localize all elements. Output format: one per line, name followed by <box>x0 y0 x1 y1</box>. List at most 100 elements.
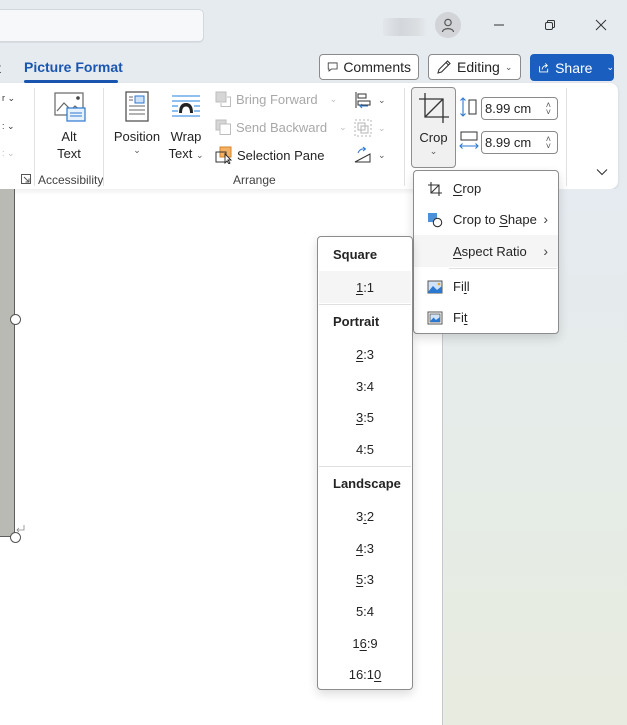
person-icon <box>441 18 455 33</box>
share-label: Share <box>555 59 593 76</box>
shape-height-icon <box>460 97 477 117</box>
resize-handle-middle-right[interactable] <box>10 314 21 325</box>
pencil-icon <box>437 60 451 74</box>
align-chevron-icon: ⌄ <box>378 94 386 105</box>
menu-item-fill-label: Fill <box>453 278 470 294</box>
close-button[interactable] <box>586 12 616 38</box>
selection-pane-label: Selection Pane <box>237 147 325 163</box>
bring-forward-button: Bring Forward ⌄ <box>215 91 337 108</box>
aspect-ratio-16-9[interactable]: 16:9 <box>319 627 411 659</box>
ribbon-shadow <box>0 189 443 195</box>
selection-pane-button[interactable]: Selection Pane <box>215 146 324 164</box>
editing-mode-button[interactable]: Editing ⌄ <box>428 54 521 80</box>
position-chevron-icon: ⌄ <box>133 145 141 155</box>
rotate-button[interactable]: ⌄ <box>354 146 386 164</box>
search-box[interactable] <box>0 9 204 42</box>
menu-item-crop[interactable]: Crop <box>414 173 558 203</box>
comments-button[interactable]: Comments <box>319 54 419 80</box>
aspect-ratio-submenu: Square 1:1 Portrait 2:3 3:4 3:5 4:5 Land… <box>317 236 413 690</box>
menu-item-aspect-ratio[interactable]: Aspect Ratio › <box>414 235 558 267</box>
wrap-text-button[interactable]: Wrap Text ⌄ <box>164 90 208 164</box>
rotate-icon <box>354 146 371 163</box>
partial-command-2-chevron-icon[interactable]: : ⌄ <box>2 121 15 132</box>
align-button[interactable]: ⌄ <box>354 91 386 109</box>
selected-picture[interactable] <box>0 189 15 537</box>
group-objects-icon <box>354 119 372 137</box>
crop-button[interactable]: Crop ⌄ <box>411 87 456 168</box>
group-objects-button: ⌄ <box>354 119 386 137</box>
align-icon <box>355 92 371 109</box>
wrap-text-label-1: Wrap <box>170 129 202 144</box>
aspect-ratio-4-5[interactable]: 4:5 <box>319 433 411 465</box>
aspect-ratio-3-5[interactable]: 3:5 <box>319 401 411 433</box>
crop-label: Crop <box>419 130 448 145</box>
crop-to-shape-icon <box>428 213 443 228</box>
shape-width-value: 8.99 cm <box>485 135 532 150</box>
group-separator <box>103 88 104 186</box>
menu-item-crop-label: Crop <box>453 180 482 196</box>
shape-width-icon <box>459 131 479 149</box>
alt-text-label-2: Text <box>57 146 81 161</box>
avatar[interactable] <box>435 12 461 38</box>
user-name-redacted <box>383 18 427 36</box>
aspect-ratio-5-3[interactable]: 5:3 <box>319 563 411 595</box>
group-separator <box>404 88 405 186</box>
aspect-ratio-1-1[interactable]: 1:1 <box>319 271 411 303</box>
submenu-chevron-right-icon: › <box>543 243 548 259</box>
restore-icon <box>545 20 555 30</box>
aspect-ratio-2-3[interactable]: 2:3 <box>319 338 411 370</box>
crop-icon <box>418 93 449 123</box>
rotate-chevron-icon: ⌄ <box>378 149 386 160</box>
partial-command-1-chevron-icon[interactable]: r ⌄ <box>2 93 15 104</box>
minimize-icon <box>494 24 504 26</box>
aspect-ratio-16-10[interactable]: 16:10 <box>319 658 411 690</box>
spin-down-icon[interactable]: ˅ <box>546 107 551 116</box>
menu-item-crop-to-shape-label: Crop to Shape <box>453 211 537 227</box>
wrap-text-icon <box>172 95 200 117</box>
bring-forward-chevron-icon: ⌄ <box>329 94 338 104</box>
menu-item-fill[interactable]: Fill <box>414 271 558 301</box>
aspect-ratio-4-3[interactable]: 4:3 <box>319 532 411 564</box>
selection-pane-icon <box>215 146 233 164</box>
alt-text-label-1: Alt <box>61 129 77 144</box>
menu-item-fit-label: Fit <box>453 309 468 325</box>
spin-down-icon[interactable]: ˅ <box>546 141 551 150</box>
chevron-down-icon: ⌄ <box>504 61 513 72</box>
tab-previous[interactable]: t <box>0 60 1 76</box>
crop-chevron-icon: ⌄ <box>429 146 438 156</box>
send-backward-button: Send Backward ⌄ <box>215 119 347 136</box>
resize-handle-bottom-right[interactable] <box>10 532 21 543</box>
shape-width-input[interactable]: 8.99 cm ˄ ˅ <box>481 131 558 154</box>
section-header-landscape: Landscape <box>333 476 401 491</box>
dialog-launcher-icon[interactable] <box>21 174 31 184</box>
tab-picture-format[interactable]: Picture Format <box>24 59 123 75</box>
crop-icon <box>428 182 442 196</box>
send-backward-icon <box>215 119 231 135</box>
menu-item-crop-to-shape[interactable]: Crop to Shape › <box>414 204 558 234</box>
editing-label: Editing <box>457 59 500 75</box>
accessibility-group-label: Accessibility <box>38 173 104 187</box>
aspect-ratio-5-4[interactable]: 5:4 <box>319 595 411 627</box>
share-icon <box>539 63 549 73</box>
aspect-ratio-3-2[interactable]: 3:2 <box>319 500 411 532</box>
alt-text-button[interactable]: Alt Text <box>44 90 94 164</box>
share-button[interactable]: Share ⌄ <box>530 54 614 81</box>
bring-forward-label: Bring Forward <box>236 92 318 107</box>
menu-item-fit[interactable]: Fit <box>414 302 558 332</box>
ribbon-collapse-chevron-icon[interactable] <box>596 168 608 176</box>
comments-label: Comments <box>343 59 411 75</box>
menu-item-aspect-ratio-label: Aspect Ratio <box>453 243 527 259</box>
arrange-group-label: Arrange <box>233 173 276 187</box>
submenu-chevron-right-icon: › <box>543 211 548 227</box>
shape-height-value: 8.99 cm <box>485 101 532 116</box>
wrap-text-label-2: Text ⌄ <box>168 146 204 161</box>
share-dropdown-chevron-icon[interactable]: ⌄ <box>606 62 614 73</box>
crop-dropdown-menu: Crop Crop to Shape › Aspect Ratio › Fill… <box>413 170 559 334</box>
position-button[interactable]: Position ⌄ <box>112 90 162 164</box>
aspect-ratio-3-4[interactable]: 3:4 <box>319 370 411 402</box>
send-backward-chevron-icon: ⌄ <box>339 122 347 132</box>
restore-button[interactable] <box>535 12 565 38</box>
minimize-button[interactable] <box>484 12 514 38</box>
shape-height-input[interactable]: 8.99 cm ˄ ˅ <box>481 97 558 120</box>
position-label: Position <box>113 129 161 144</box>
